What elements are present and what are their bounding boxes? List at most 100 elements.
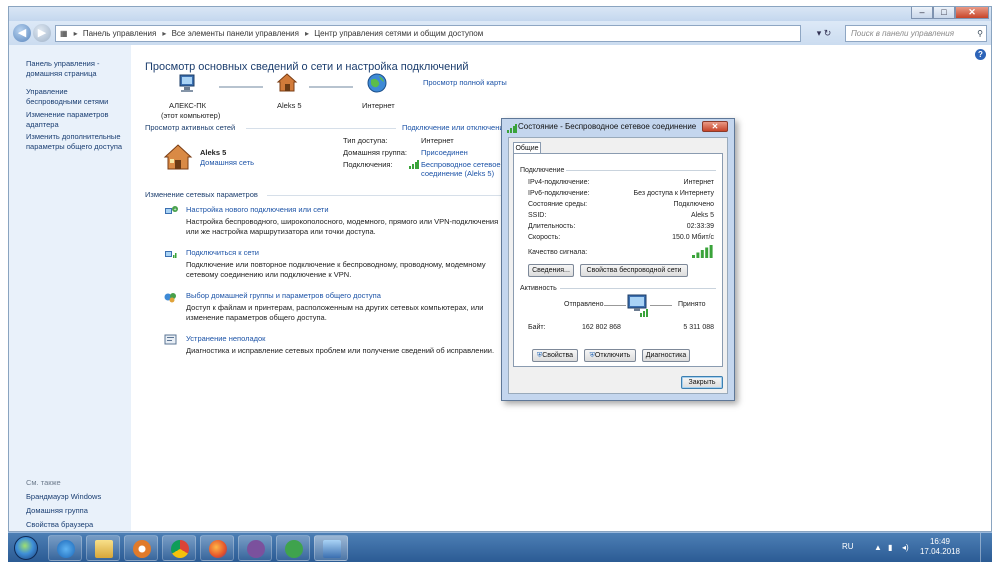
breadcrumb-item[interactable]: Центр управления сетями и общим доступом <box>314 29 483 38</box>
activity-header: Активность <box>520 285 557 292</box>
disable-button[interactable]: ⛨Отключить <box>584 349 636 362</box>
breadcrumb-item[interactable]: Панель управления <box>83 29 157 38</box>
title-bar: – □ ✕ <box>9 7 991 21</box>
task-link-troubleshoot[interactable]: Устранение неполадок <box>186 334 265 344</box>
flag-icon[interactable]: ▲ <box>874 543 882 552</box>
search-icon: ⚲ <box>977 29 983 38</box>
task-link-new-connection[interactable]: Настройка нового подключения или сети <box>186 205 329 215</box>
clock[interactable]: 16:49 17.04.2018 <box>920 537 960 557</box>
back-button[interactable]: ◀ <box>13 24 31 42</box>
map-connector <box>219 86 263 88</box>
ie-icon <box>57 540 75 558</box>
maximize-button[interactable]: □ <box>933 7 955 19</box>
duration-label: Длительность: <box>528 223 576 230</box>
taskbar-control-panel[interactable] <box>314 535 348 561</box>
language-indicator[interactable]: RU <box>842 542 854 551</box>
taskbar-chrome[interactable] <box>162 535 196 561</box>
taskbar-media[interactable] <box>124 535 158 561</box>
sidebar-link-homegroup[interactable]: Домашняя группа <box>26 506 88 516</box>
computer-icon <box>179 74 195 92</box>
speed-value: 150.0 Мбит/с <box>672 234 714 241</box>
breadcrumb-item[interactable]: Все элементы панели управления <box>172 29 299 38</box>
refresh-button[interactable]: ▾ ↻ <box>805 25 843 42</box>
connections-label: Подключения: <box>343 160 393 169</box>
minimize-button[interactable]: – <box>911 7 933 19</box>
diagnose-button[interactable]: Диагностика <box>642 349 690 362</box>
properties-button[interactable]: ⛨Свойства <box>532 349 578 362</box>
wireless-connection-link-2[interactable]: соединение (Aleks 5) <box>421 169 494 179</box>
view-full-map-link[interactable]: Просмотр полной карты <box>423 78 507 88</box>
start-button[interactable] <box>14 536 38 560</box>
ssid-value: Aleks 5 <box>691 212 714 219</box>
media-state-value: Подключено <box>673 201 714 208</box>
task-desc: Подключение или повторное подключение к … <box>186 260 486 269</box>
task-desc: Диагностика и исправление сетевых пробле… <box>186 346 495 355</box>
page-title: Просмотр основных сведений о сети и наст… <box>145 61 469 73</box>
connect-network-icon <box>165 251 177 258</box>
svg-text:+: + <box>174 207 177 213</box>
sidebar-link-home[interactable]: Панель управления - домашняя страница <box>26 59 106 79</box>
dialog-body: Общие Подключение IPv4-подключение: Инте… <box>508 137 728 394</box>
network-type-link[interactable]: Домашняя сеть <box>200 158 254 168</box>
sidebar-link-wireless[interactable]: Управление беспроводными сетями <box>26 87 122 107</box>
task-link-homegroup[interactable]: Выбор домашней группы и параметров общег… <box>186 291 381 301</box>
taskbar-viber[interactable] <box>238 535 272 561</box>
divider <box>267 195 507 196</box>
firefox-icon <box>209 540 227 558</box>
network-tray-icon[interactable]: ▮ <box>888 543 892 552</box>
sidebar-link-adapter[interactable]: Изменение параметров адаптера <box>26 110 110 130</box>
divider <box>246 128 396 129</box>
speed-label: Скорость: <box>528 234 561 241</box>
forward-button[interactable]: ▶ <box>33 24 51 42</box>
clock-time: 16:49 <box>929 537 950 546</box>
ipv4-value: Интернет <box>683 179 714 186</box>
map-node-computer: АЛЕКС-ПК <box>169 101 207 110</box>
sidebar-link-browser[interactable]: Свойства браузера <box>26 520 93 530</box>
sidebar: Панель управления - домашняя страница Уп… <box>9 45 131 531</box>
media-player-icon <box>133 540 151 558</box>
clock-date: 17.04.2018 <box>919 547 960 556</box>
help-icon[interactable]: ? <box>975 49 986 60</box>
search-input[interactable]: Поиск в панели управления ⚲ <box>845 25 987 42</box>
signal-icon <box>409 160 419 169</box>
volume-icon[interactable]: ◂) <box>902 543 909 552</box>
details-button[interactable]: Сведения... <box>528 264 574 277</box>
taskbar-explorer[interactable] <box>86 535 120 561</box>
task-link-connect[interactable]: Подключиться к сети <box>186 248 259 258</box>
house-icon <box>276 73 298 92</box>
bytes-sent: 162 802 868 <box>582 324 621 331</box>
signal-bar <box>696 252 700 258</box>
screenshot-frame: – □ ✕ ◀ ▶ ▦ ▸ Панель управления ▸ Все элем… <box>0 0 1000 571</box>
map-node-computer-sub: (этот компьютер) <box>161 111 221 120</box>
wireless-properties-button[interactable]: Свойства беспроводной сети <box>580 264 688 277</box>
dialog-close-button[interactable]: ✕ <box>702 121 728 132</box>
close-button[interactable]: ✕ <box>955 7 989 19</box>
map-node-router: Aleks 5 <box>277 101 302 110</box>
taskbar-firefox[interactable] <box>200 535 234 561</box>
taskbar-torrent[interactable] <box>276 535 310 561</box>
signal-bar <box>692 255 695 258</box>
address-row: ◀ ▶ ▦ ▸ Панель управления ▸ Все элементы п… <box>9 21 991 45</box>
chrome-icon <box>171 540 189 558</box>
address-bar[interactable]: ▦ ▸ Панель управления ▸ Все элементы панел… <box>55 25 801 42</box>
troubleshoot-icon <box>164 334 177 345</box>
dialog-close-action-button[interactable]: Закрыть <box>681 376 723 389</box>
ipv6-value: Без доступа к Интернету <box>633 190 714 197</box>
sidebar-link-sharing[interactable]: Изменить дополнительные параметры общего… <box>26 132 126 152</box>
system-tray: RU ▲ ▮ ◂) 16:49 17.04.2018 <box>832 533 992 563</box>
sidebar-link-firewall[interactable]: Брандмауэр Windows <box>26 492 101 502</box>
divider <box>566 170 716 171</box>
taskbar-ie[interactable] <box>48 535 82 561</box>
folder-icon <box>95 540 113 558</box>
active-networks-header: Просмотр активных сетей <box>145 123 236 132</box>
show-desktop-button[interactable] <box>980 533 992 563</box>
see-also-header: См. также <box>26 478 61 487</box>
media-state-label: Состояние среды: <box>528 201 588 208</box>
connect-disconnect-link[interactable]: Подключение или отключение <box>402 123 508 133</box>
divider <box>560 288 716 289</box>
network-name: Aleks 5 <box>200 148 227 157</box>
homegroup-link[interactable]: Присоединен <box>421 148 468 158</box>
homegroup-label: Домашняя группа: <box>343 148 407 157</box>
task-desc: сетевому соединению или подключение к VP… <box>186 270 352 279</box>
bytes-label: Байт: <box>528 324 546 331</box>
